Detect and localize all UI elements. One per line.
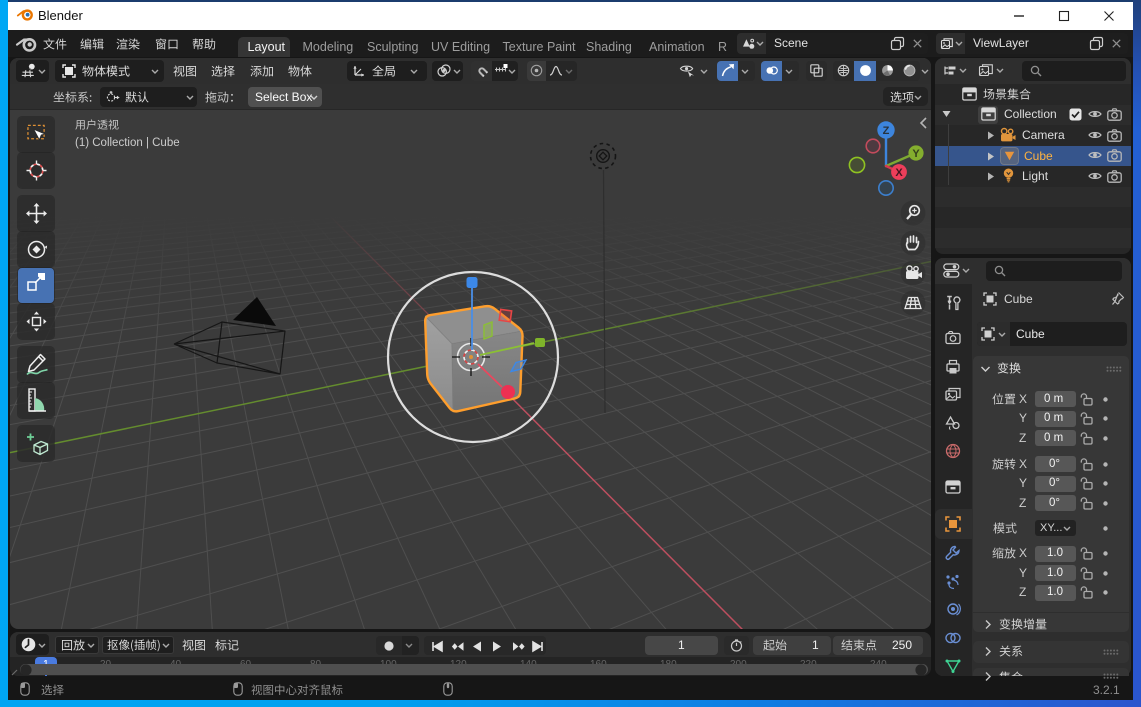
svg-text:Y: Y <box>912 148 920 160</box>
svg-text:X: X <box>895 167 903 179</box>
svg-text:Z: Z <box>883 125 890 137</box>
